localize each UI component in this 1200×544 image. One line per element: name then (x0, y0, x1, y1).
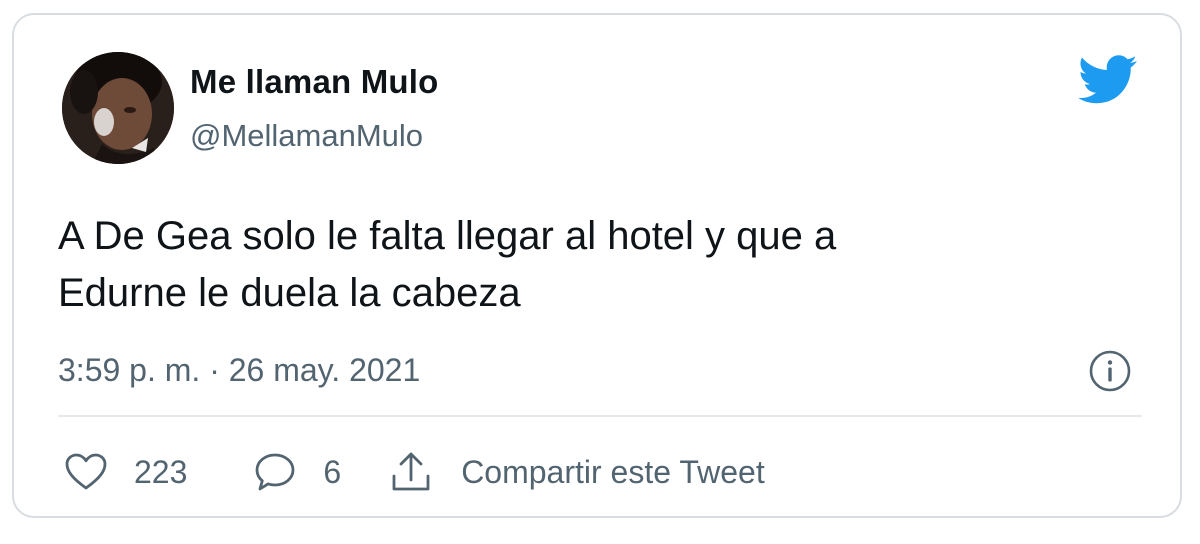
author-handle[interactable]: @MellamanMulo (190, 118, 423, 154)
tweet-actions: 223 6 Compartir este Tweet (58, 445, 765, 499)
twitter-bird-icon[interactable] (1078, 55, 1138, 105)
tweet-text: A De Gea solo le falta llegar al hotel y… (58, 208, 1118, 322)
heart-icon (64, 452, 108, 492)
author-display-name[interactable]: Me llaman Mulo (190, 63, 439, 101)
tweet-text-line: A De Gea solo le falta llegar al hotel y… (58, 214, 837, 258)
divider (58, 415, 1142, 417)
share-button[interactable]: Compartir este Tweet (389, 450, 765, 494)
avatar-image (62, 52, 174, 164)
reply-button[interactable]: 6 (253, 451, 341, 493)
tweet-timestamp[interactable]: 3:59 p. m. · 26 may. 2021 (58, 352, 420, 389)
reply-count: 6 (323, 453, 342, 490)
like-count: 223 (134, 453, 188, 490)
share-icon (389, 450, 433, 494)
speech-bubble-icon (253, 451, 297, 493)
avatar[interactable] (62, 52, 174, 164)
tweet-text-line: Edurne le duela la cabeza (58, 271, 521, 315)
like-button[interactable]: 223 (64, 452, 187, 492)
tweet-card[interactable]: Me llaman Mulo @MellamanMulo A De Gea so… (12, 13, 1182, 518)
info-icon[interactable] (1088, 349, 1132, 393)
share-label: Compartir este Tweet (461, 453, 765, 490)
